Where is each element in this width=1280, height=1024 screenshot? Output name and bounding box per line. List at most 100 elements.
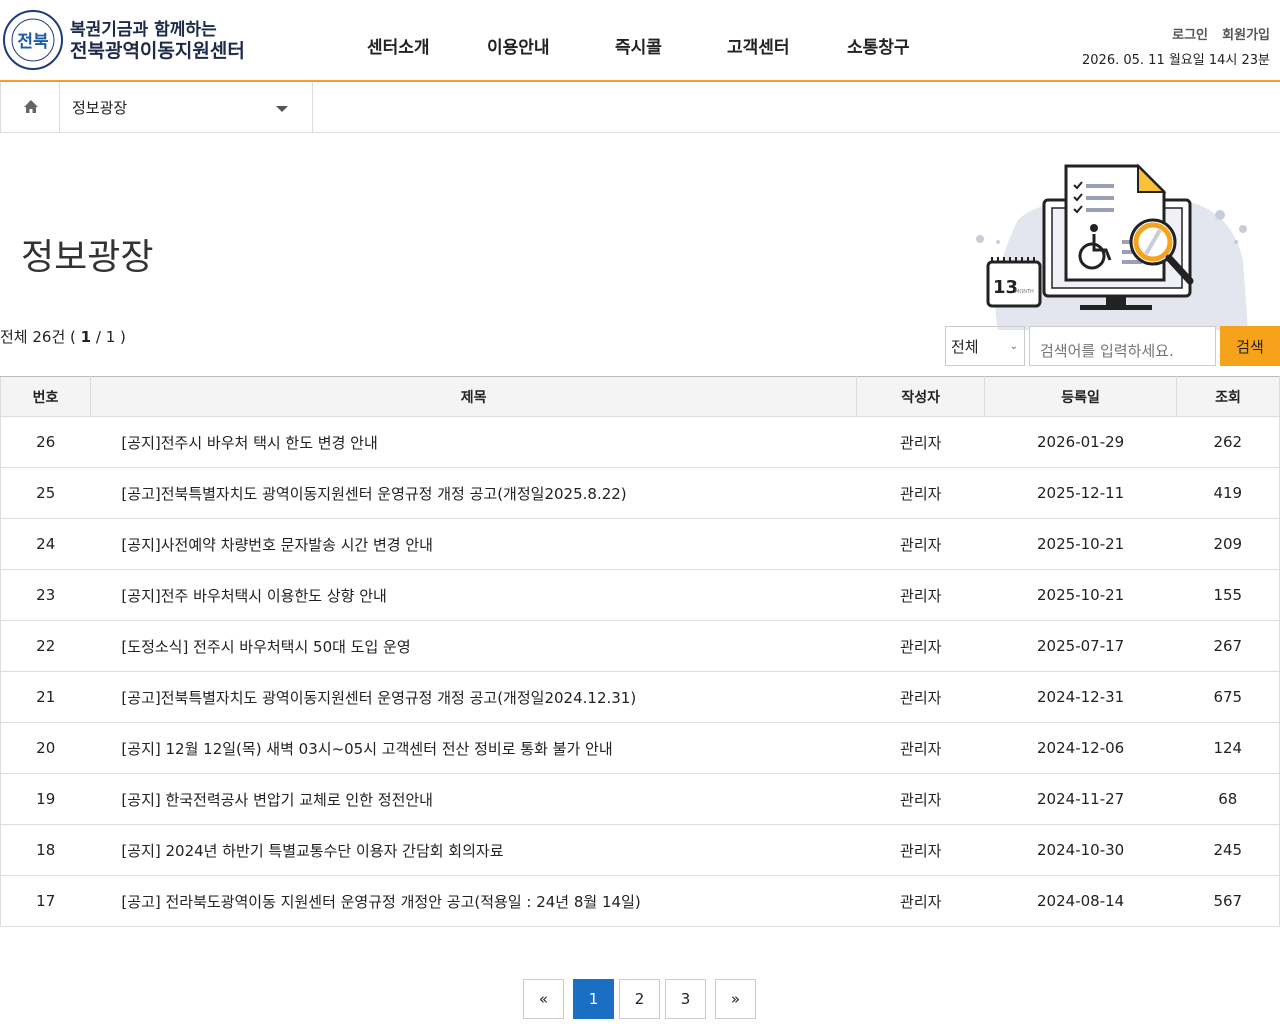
table-row[interactable]: 25 [공고]전북특별자치도 광역이동지원센터 운영규정 개정 공고(개정일202… xyxy=(0,467,1280,519)
calendar-label: MONTH xyxy=(1015,289,1034,295)
signup-link[interactable]: 회원가입 xyxy=(1222,28,1270,43)
cell-views: 262 xyxy=(1176,416,1280,468)
cell-date: 2025-12-11 xyxy=(984,467,1177,519)
cell-author: 관리자 xyxy=(856,875,985,927)
col-header-number: 번호 xyxy=(0,376,91,417)
cell-date: 2024-08-14 xyxy=(984,875,1177,927)
login-link[interactable]: 로그인 xyxy=(1172,28,1208,43)
cell-title-link[interactable]: [도정소식] 전주시 바우처택시 50대 도입 운영 xyxy=(90,620,857,672)
search-input[interactable] xyxy=(1029,326,1216,366)
cell-title-link[interactable]: [공고]전북특별자치도 광역이동지원센터 운영규정 개정 공고(개정일2024.… xyxy=(90,671,857,723)
section-dropdown[interactable]: 정보광장 xyxy=(60,82,313,132)
page-button-2[interactable]: 2 xyxy=(619,979,660,1019)
cell-date: 2024-10-30 xyxy=(984,824,1177,876)
table-row[interactable]: 24 [공지]사전예약 차량번호 문자발송 시간 변경 안내 관리자 2025-10-… xyxy=(0,518,1280,570)
cell-date: 2025-10-21 xyxy=(984,569,1177,621)
table-header-row: 번호 제목 작성자 등록일 조회 xyxy=(0,376,1280,417)
cell-author: 관리자 xyxy=(856,620,985,672)
first-page-button[interactable]: « xyxy=(523,979,564,1019)
cell-views: 124 xyxy=(1176,722,1280,774)
cell-views: 567 xyxy=(1176,875,1280,927)
cell-views: 209 xyxy=(1176,518,1280,570)
cell-author: 관리자 xyxy=(856,467,985,519)
cell-title-link[interactable]: [공지] 한국전력공사 변압기 교체로 인한 정전안내 xyxy=(90,773,857,825)
cell-title-link[interactable]: [공고] 전라북도광역이동 지원센터 운영규정 개정안 공고(적용일 : 24년… xyxy=(90,875,857,927)
col-header-author: 작성자 xyxy=(856,376,986,417)
cell-views: 267 xyxy=(1176,620,1280,672)
cell-number: 18 xyxy=(0,824,91,876)
cell-views: 68 xyxy=(1176,773,1280,825)
list-count: 전체 26건 ( 1 / 1 ) xyxy=(0,326,126,347)
nav-customer-center[interactable]: 고객센터 xyxy=(727,33,790,58)
nav-communication[interactable]: 소통창구 xyxy=(847,33,910,58)
cell-title-link[interactable]: [공지]전주시 바우처 택시 한도 변경 안내 xyxy=(90,416,857,468)
col-header-title: 제목 xyxy=(89,376,858,417)
cell-views: 675 xyxy=(1176,671,1280,723)
cell-number: 26 xyxy=(0,416,91,468)
cell-date: 2026-01-29 xyxy=(984,416,1177,468)
current-datetime: 2026. 05. 11 월요일 14시 23분 xyxy=(1082,53,1270,68)
cell-title-link[interactable]: [공지] 2024년 하반기 특별교통수단 이용자 간담회 회의자료 xyxy=(90,824,857,876)
table-row[interactable]: 22 [도정소식] 전주시 바우처택시 50대 도입 운영 관리자 2025-07-1… xyxy=(0,620,1280,672)
cell-number: 17 xyxy=(0,875,91,927)
caret-down-icon xyxy=(276,106,288,112)
cell-number: 22 xyxy=(0,620,91,672)
page-title: 정보광장 xyxy=(21,237,154,278)
nav-center-intro[interactable]: 센터소개 xyxy=(367,33,430,58)
table-row[interactable]: 20 [공지] 12월 12일(목) 새벽 03시~05시 고객센터 전산 정비로… xyxy=(0,722,1280,774)
col-header-date: 등록일 xyxy=(984,376,1178,417)
user-util: 로그인 회원가입 2026. 05. 11 월요일 14시 23분 xyxy=(1082,24,1270,68)
page-button-1[interactable]: 1 xyxy=(573,979,614,1019)
breadcrumb: 정보광장 xyxy=(0,82,1280,133)
cell-date: 2024-11-27 xyxy=(984,773,1177,825)
page-button-3[interactable]: 3 xyxy=(665,979,706,1019)
search-button[interactable]: 검색 xyxy=(1220,326,1280,366)
section-dropdown-label: 정보광장 xyxy=(72,99,128,117)
count-suffix: ) xyxy=(115,328,126,346)
site-header: 전북 복권기금과 함께하는 전북광역이동지원센터 센터소개 이용안내 즉시콜 고… xyxy=(0,0,1280,82)
count-current-page: 1 xyxy=(80,328,92,346)
cell-number: 19 xyxy=(0,773,91,825)
cell-number: 24 xyxy=(0,518,91,570)
chevron-down-icon: ⌄ xyxy=(1009,341,1018,352)
count-separator: / xyxy=(91,328,106,346)
cell-views: 245 xyxy=(1176,824,1280,876)
cell-views: 419 xyxy=(1176,467,1280,519)
table-row[interactable]: 18 [공지] 2024년 하반기 특별교통수단 이용자 간담회 회의자료 관리자 2… xyxy=(0,824,1280,876)
nav-instant-call[interactable]: 즉시콜 xyxy=(615,33,662,58)
cell-title-link[interactable]: [공지] 12월 12일(목) 새벽 03시~05시 고객센터 전산 정비로 통… xyxy=(90,722,857,774)
nav-usage-guide[interactable]: 이용안내 xyxy=(487,33,550,58)
cell-title-link[interactable]: [공지]사전예약 차량번호 문자발송 시간 변경 안내 xyxy=(90,518,857,570)
table-row[interactable]: 23 [공지]전주 바우처택시 이용한도 상향 안내 관리자 2025-10-21 15… xyxy=(0,569,1280,621)
cell-author: 관리자 xyxy=(856,518,985,570)
cell-author: 관리자 xyxy=(856,569,985,621)
cell-title-link[interactable]: [공고]전북특별자치도 광역이동지원센터 운영규정 개정 공고(개정일2025.… xyxy=(90,467,857,519)
notice-table: 번호 제목 작성자 등록일 조회 26 [공지]전주시 바우처 택시 한도 변경 … xyxy=(0,376,1280,927)
cell-date: 2025-07-17 xyxy=(984,620,1177,672)
home-button[interactable] xyxy=(0,82,60,132)
last-page-button[interactable]: » xyxy=(715,979,756,1019)
table-row[interactable]: 26 [공지]전주시 바우처 택시 한도 변경 안내 관리자 2026-01-29 26… xyxy=(0,416,1280,468)
cell-author: 관리자 xyxy=(856,824,985,876)
table-row[interactable]: 21 [공고]전북특별자치도 광역이동지원센터 운영규정 개정 공고(개정일202… xyxy=(0,671,1280,723)
col-header-views: 조회 xyxy=(1176,376,1280,417)
count-prefix: 전체 26건 ( xyxy=(0,328,81,346)
cell-author: 관리자 xyxy=(856,773,985,825)
table-row[interactable]: 19 [공지] 한국전력공사 변압기 교체로 인한 정전안내 관리자 2024-11-… xyxy=(0,773,1280,825)
header-illustration: 13 MONTH xyxy=(968,160,1258,330)
cell-author: 관리자 xyxy=(856,671,985,723)
cell-number: 20 xyxy=(0,722,91,774)
count-total-pages: 1 xyxy=(105,328,116,346)
cell-views: 155 xyxy=(1176,569,1280,621)
cell-number: 21 xyxy=(0,671,91,723)
cell-author: 관리자 xyxy=(856,722,985,774)
search-category-value: 전체 xyxy=(951,338,979,356)
search-category-select[interactable]: 전체 ⌄ xyxy=(945,326,1025,366)
cell-date: 2024-12-31 xyxy=(984,671,1177,723)
cell-number: 25 xyxy=(0,467,91,519)
table-row[interactable]: 17 [공고] 전라북도광역이동 지원센터 운영규정 개정안 공고(적용일 : 2… xyxy=(0,875,1280,927)
cell-date: 2025-10-21 xyxy=(984,518,1177,570)
cell-author: 관리자 xyxy=(856,416,985,468)
home-icon xyxy=(24,100,38,113)
cell-title-link[interactable]: [공지]전주 바우처택시 이용한도 상향 안내 xyxy=(90,569,857,621)
